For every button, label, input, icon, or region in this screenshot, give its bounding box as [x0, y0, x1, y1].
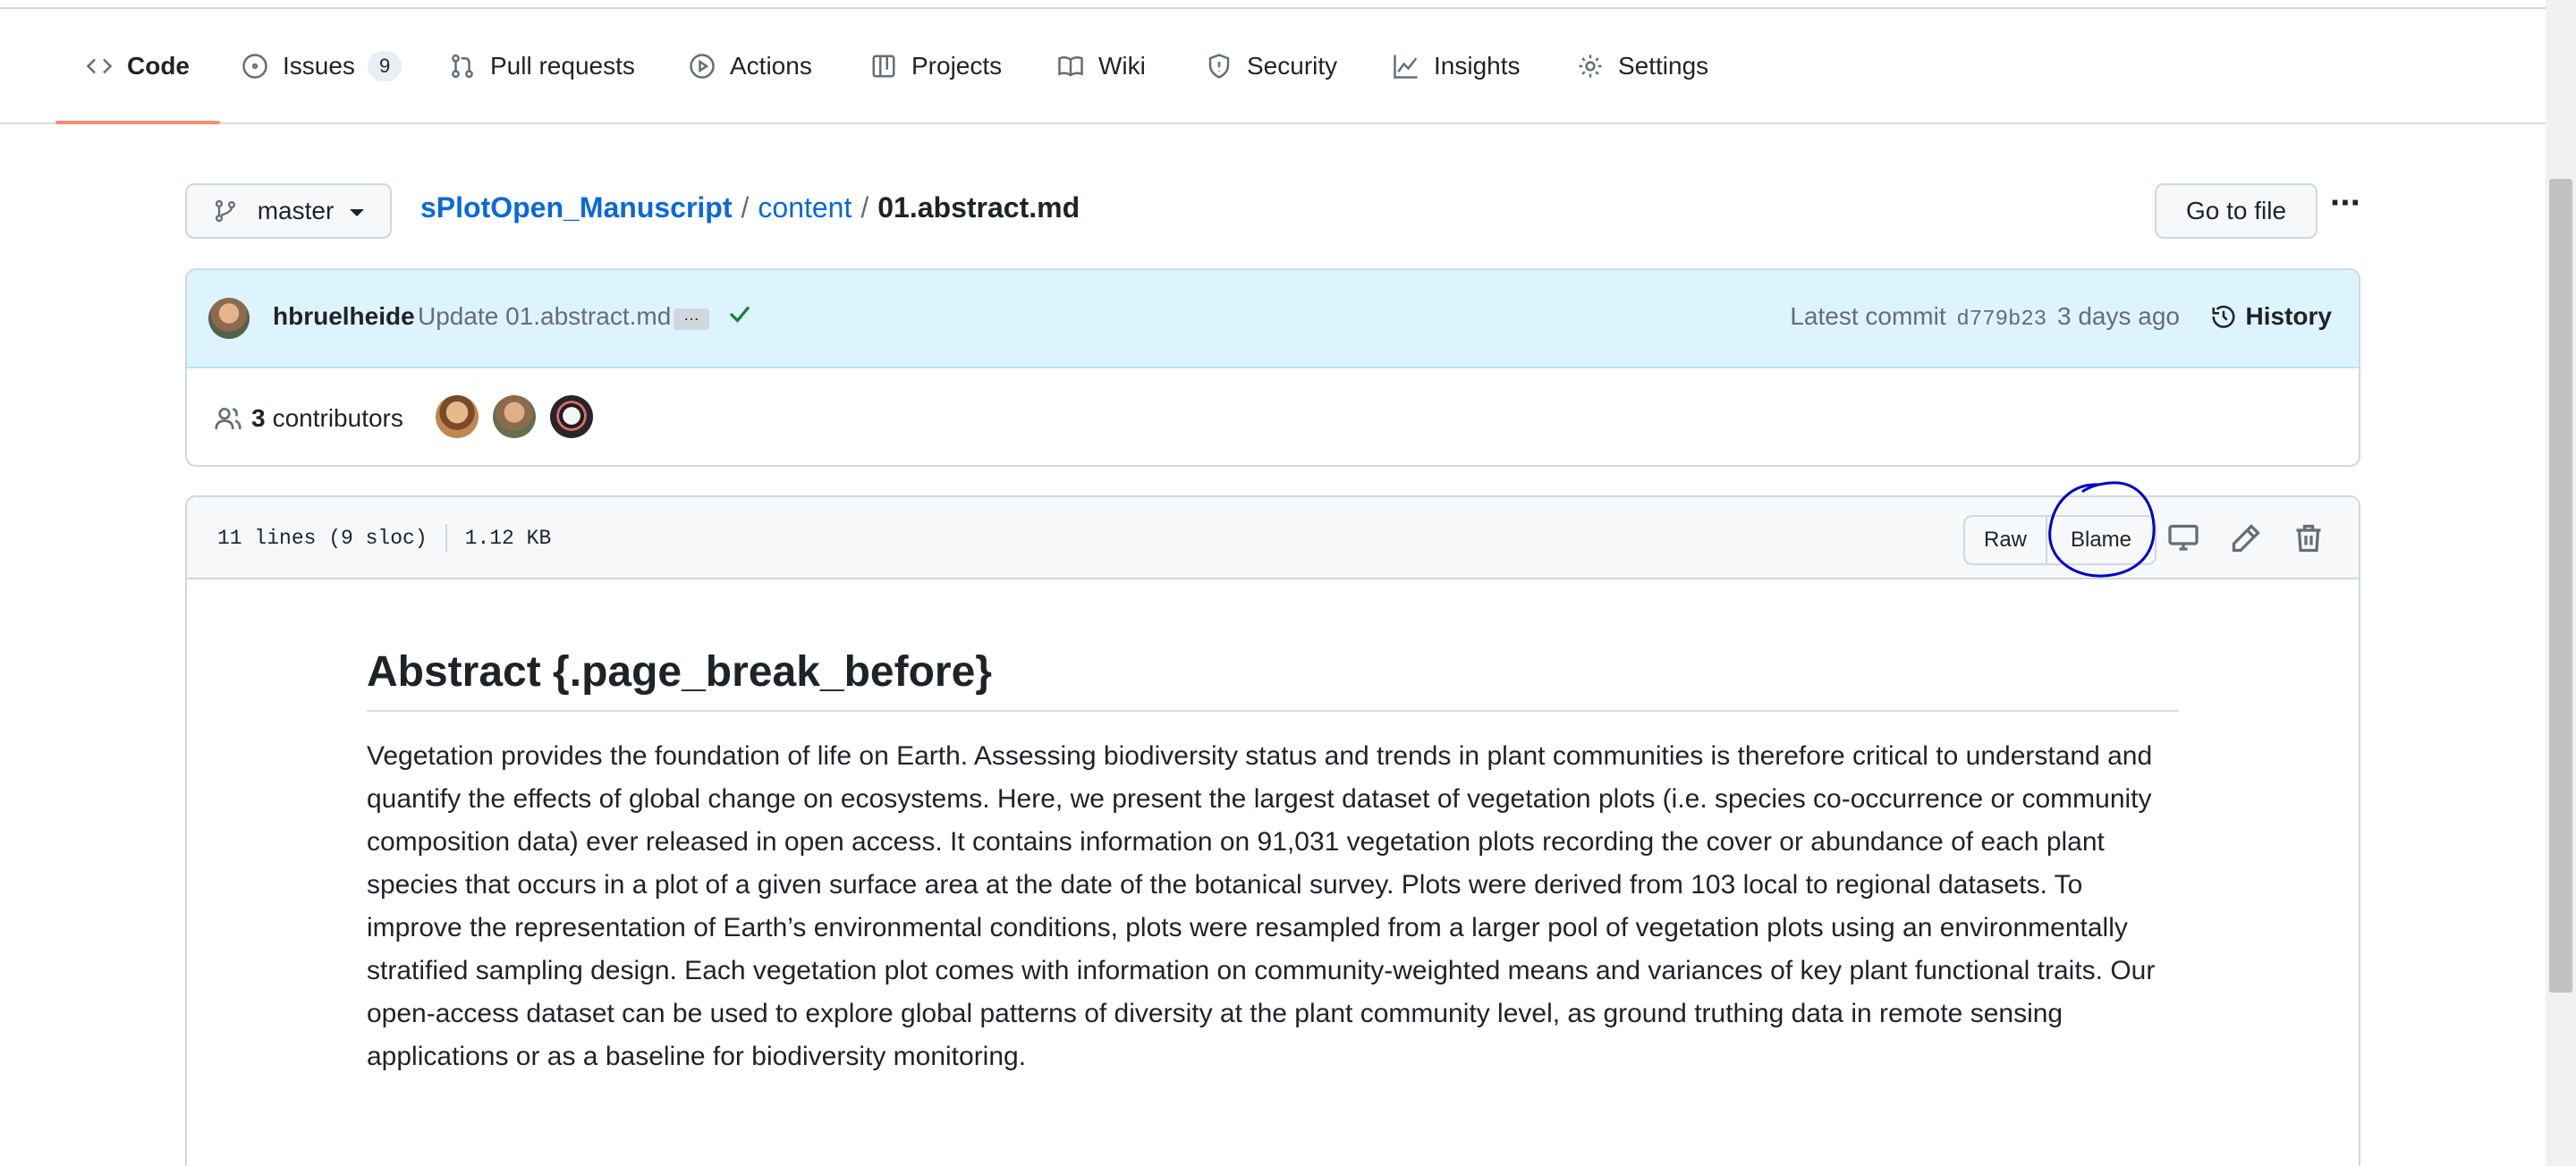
contributor-avatar[interactable] — [493, 395, 536, 438]
contributor-avatar[interactable] — [550, 395, 593, 438]
file-lines-count: 11 lines (9 sloc) — [217, 527, 428, 550]
tab-label: Wiki — [1098, 51, 1146, 80]
tab-label: Issues — [283, 51, 355, 80]
commit-message-link[interactable]: Update 01.abstract.md — [418, 302, 671, 331]
people-icon — [215, 408, 242, 430]
abstract-paragraph: Vegetation provides the foundation of li… — [367, 741, 2156, 1071]
tab-label: Projects — [911, 51, 1003, 80]
top-border — [0, 0, 2546, 9]
git-branch-icon — [215, 199, 235, 223]
tab-issues[interactable]: Issues 9 — [242, 9, 402, 123]
commit-age: 3 days ago — [2057, 302, 2180, 330]
latest-commit-label: Latest commit — [1790, 302, 1946, 330]
tab-label: Insights — [1434, 51, 1521, 80]
graph-icon — [1394, 55, 1418, 79]
breadcrumb: sPlotOpen_Manuscript / content/01.abstract… — [420, 190, 1080, 225]
trash-icon[interactable] — [2292, 522, 2325, 554]
table-icon — [872, 55, 895, 77]
play-icon — [690, 53, 715, 79]
book-icon — [1058, 55, 1083, 76]
tab-wiki[interactable]: Wiki — [1057, 9, 1146, 123]
repo-tab-nav: Code Issues 9 Pull requests Actions Proj… — [0, 9, 2546, 124]
gear-icon — [1579, 55, 1602, 77]
breadcrumb-repo-link[interactable]: sPlotOpen_Manuscript — [420, 191, 733, 224]
code-icon — [86, 58, 113, 73]
tab-settings[interactable]: Settings — [1577, 9, 1708, 123]
breadcrumb-separator: / — [860, 191, 869, 224]
desktop-icon[interactable] — [2167, 522, 2199, 554]
history-link[interactable]: History — [2210, 302, 2332, 331]
breadcrumb-separator: / — [741, 191, 750, 224]
issues-count-badge: 9 — [367, 50, 402, 81]
commit-header: hbruelheide Update 01.abstract.md … Late… — [187, 270, 2359, 368]
raw-blame-button-group: Raw Blame — [1963, 515, 2157, 565]
blame-button[interactable]: Blame — [2047, 515, 2157, 565]
divider — [445, 524, 447, 553]
content-heading: Abstract {.page_break_before} — [367, 646, 2179, 712]
breadcrumb-file-name: 01.abstract.md — [877, 191, 1080, 224]
commit-sha-link[interactable]: d779b23 — [1956, 308, 2046, 332]
history-icon — [2212, 305, 2235, 328]
tab-code[interactable]: Code — [55, 9, 220, 124]
file-header: 11 lines (9 sloc) 1.12 KB Raw Blame — [187, 497, 2359, 579]
pencil-icon[interactable] — [2230, 522, 2262, 554]
file-size: 1.12 KB — [464, 527, 552, 550]
branch-selector-button[interactable]: master — [185, 183, 392, 239]
tab-pull-requests[interactable]: Pull requests — [449, 9, 635, 123]
tab-insights[interactable]: Insights — [1393, 9, 1521, 123]
go-to-file-button[interactable]: Go to file — [2155, 183, 2318, 239]
breadcrumb-folder-link[interactable]: content — [758, 191, 852, 224]
contributors-link[interactable]: 3 contributors — [214, 404, 403, 433]
tab-label: Pull requests — [490, 51, 635, 80]
raw-button[interactable]: Raw — [1963, 515, 2047, 565]
tab-label: Code — [127, 51, 190, 80]
commit-author-link[interactable]: hbruelheide — [273, 302, 415, 331]
markdown-body: Abstract {.page_break_before} Vegetation… — [367, 646, 2179, 1078]
avatar[interactable] — [208, 298, 250, 339]
check-icon[interactable] — [726, 300, 753, 327]
vertical-scrollbar[interactable] — [2546, 0, 2576, 1166]
issue-opened-icon — [242, 53, 267, 79]
file-info: 11 lines (9 sloc) 1.12 KB — [217, 524, 551, 553]
tab-security[interactable]: Security — [1206, 9, 1337, 123]
latest-commit-box: hbruelheide Update 01.abstract.md … Late… — [185, 268, 2360, 467]
tab-label: Settings — [1618, 51, 1709, 80]
history-label: History — [2245, 302, 2332, 330]
chevron-down-icon — [350, 209, 365, 216]
more-options-icon[interactable]: ··· — [2326, 183, 2365, 223]
tab-actions[interactable]: Actions — [689, 9, 812, 123]
contributor-avatar[interactable] — [436, 395, 479, 438]
scrollbar-thumb[interactable] — [2549, 179, 2572, 993]
git-pull-request-icon — [452, 54, 473, 78]
shield-icon — [1208, 53, 1230, 79]
contributors-count: 3 — [251, 404, 266, 432]
tab-label: Actions — [730, 51, 812, 80]
branch-name: master — [257, 197, 335, 224]
contributors-label: contributors — [272, 404, 403, 432]
tab-projects[interactable]: Projects — [870, 9, 1002, 123]
latest-commit-info: Latest commit d779b23 3 days ago — [1790, 302, 2180, 332]
tab-label: Security — [1247, 51, 1338, 80]
commit-expand-button[interactable]: … — [674, 307, 709, 330]
